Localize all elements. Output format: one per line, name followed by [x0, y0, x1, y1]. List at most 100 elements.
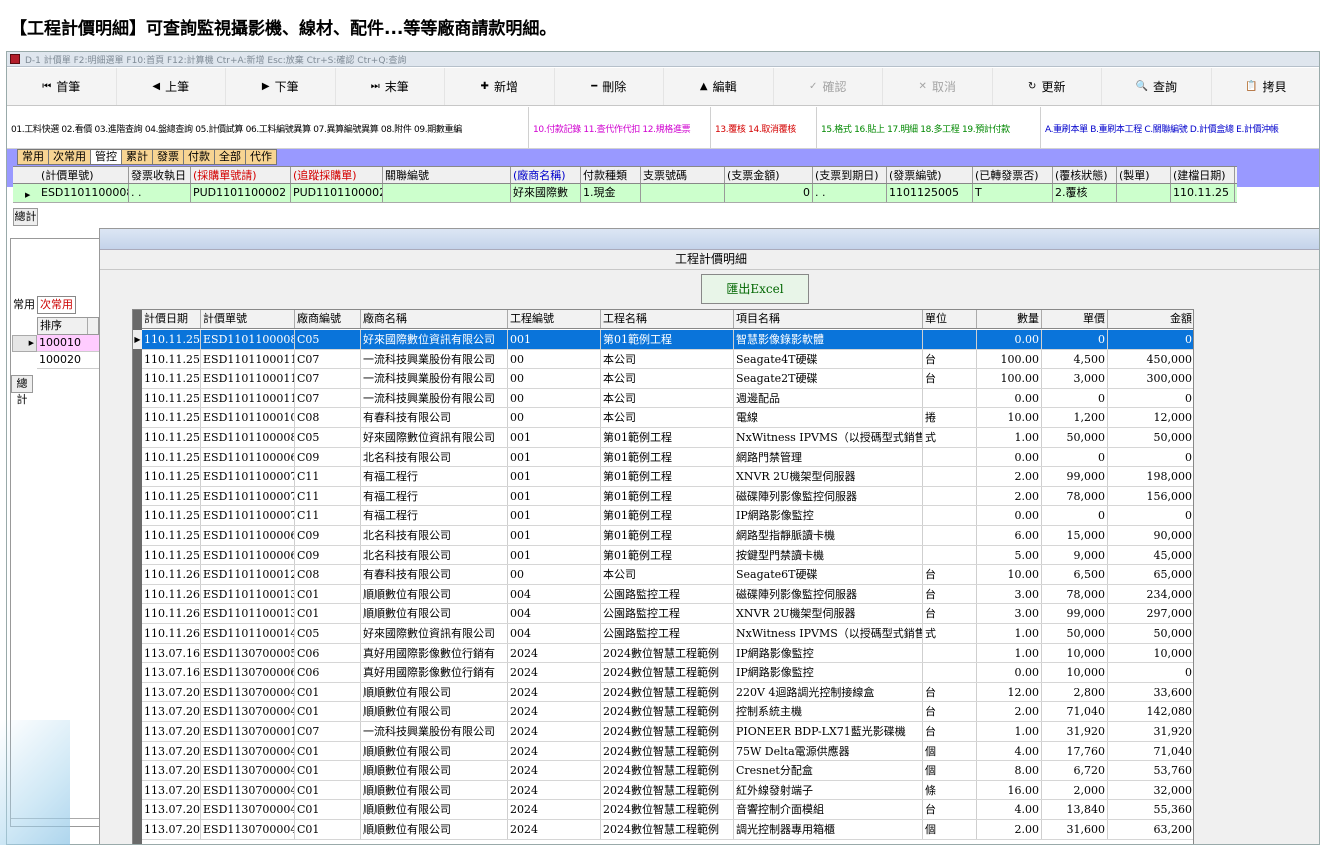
pricing-grid-cell[interactable]: 142,080	[1108, 702, 1193, 721]
pricing-grid-cell[interactable]: 113.07.16	[142, 663, 201, 682]
top-grid-cell[interactable]	[641, 184, 725, 202]
main-tab-6[interactable]: 全部	[215, 149, 246, 165]
pricing-grid-cell[interactable]: ESD1101100013	[201, 584, 295, 604]
pricing-grid-cell[interactable]: 有福工程行	[361, 486, 508, 506]
pricing-grid-cell[interactable]: 2024數位智慧工程範例	[601, 682, 734, 702]
top-grid-cell[interactable]: 好來國際數	[511, 184, 581, 202]
pricing-grid-cell[interactable]: 本公司	[601, 349, 734, 369]
pricing-grid-cell[interactable]: ESD1101100013	[201, 604, 295, 623]
pricing-grid-row[interactable]: 110.11.25 ESD1101100010 C08 有春科技有限公司 00 本公司 電線…	[142, 408, 1193, 428]
pricing-grid-cell[interactable]: 真好用國際影像數位行銷有	[361, 643, 508, 663]
pricing-grid-cell[interactable]: 156,000	[1108, 487, 1193, 506]
pricing-grid-cell[interactable]: 001	[508, 447, 601, 467]
pricing-grid-cell[interactable]: IP網路影像監控	[734, 506, 923, 525]
pricing-grid-cell[interactable]: 2.00	[977, 467, 1042, 486]
pricing-grid-cell[interactable]: ESD1101100011	[201, 349, 295, 369]
pricing-grid-cell[interactable]: 有福工程行	[361, 506, 508, 525]
pricing-grid-cell[interactable]: 004	[508, 624, 601, 643]
pricing-grid-cell[interactable]: 本公司	[601, 408, 734, 427]
pricing-grid-cell[interactable]: 一流科技興業股份有限公司	[361, 369, 508, 388]
pricing-grid-row[interactable]: 110.11.26 ESD1101100012 C08 有春科技有限公司 00 本公司 Se…	[142, 565, 1193, 585]
pricing-grid-cell[interactable]: C09	[295, 526, 361, 545]
pricing-grid-cell[interactable]: Seagate4T硬碟	[734, 349, 923, 369]
pricing-grid-header-cell[interactable]: 數量	[977, 310, 1042, 328]
pricing-grid-cell[interactable]: 4.00	[977, 800, 1042, 819]
pricing-grid-cell[interactable]: 一流科技興業股份有限公司	[361, 349, 508, 369]
pricing-grid-cell[interactable]: C08	[295, 408, 361, 427]
pricing-grid-cell[interactable]: 110.11.26	[142, 565, 201, 584]
pricing-grid-cell[interactable]: 4,500	[1042, 349, 1108, 369]
pricing-grid-cell[interactable]	[923, 467, 977, 486]
sub-tab-1[interactable]: 次常用	[37, 296, 76, 314]
pricing-grid-header-cell[interactable]: 項目名稱	[734, 310, 923, 328]
pricing-grid-cell[interactable]: 10.00	[977, 565, 1042, 584]
pricing-grid-cell[interactable]: 3.00	[977, 584, 1042, 604]
pricing-grid-cell[interactable]: 北名科技有限公司	[361, 526, 508, 545]
pricing-grid-cell[interactable]: ESD1130700004	[201, 820, 295, 839]
pricing-grid-cell[interactable]: 順順數位有限公司	[361, 820, 508, 839]
pricing-grid-cell[interactable]: C01	[295, 702, 361, 721]
top-grid-header-cell[interactable]: (支票金額)	[725, 167, 813, 183]
pricing-grid-cell[interactable]: 個	[923, 741, 977, 761]
pricing-grid-cell[interactable]: 順順數位有限公司	[361, 800, 508, 819]
pricing-grid-cell[interactable]: 2024	[508, 722, 601, 741]
pricing-grid-cell[interactable]: ESD1101100011	[201, 369, 295, 388]
left-grid-row[interactable]: 100020	[37, 352, 99, 369]
pricing-grid-cell[interactable]: C06	[295, 643, 361, 663]
pricing-grid-cell[interactable]: 0.00	[977, 330, 1042, 349]
pricing-grid-cell[interactable]: 10,000	[1042, 663, 1108, 682]
top-grid-header-cell[interactable]: (追蹤採購單)	[291, 167, 383, 183]
pricing-grid-row[interactable]: 110.11.25 ESD1101100007 C11 有福工程行 001 第01範例工程…	[142, 506, 1193, 526]
pricing-grid-cell[interactable]: 110.11.25	[142, 428, 201, 447]
pricing-grid-row[interactable]: 113.07.20 ESD1130700004 C01 順順數位有限公司 2024 202…	[142, 761, 1193, 781]
pricing-grid-cell[interactable]: 4.00	[977, 741, 1042, 761]
pricing-grid-cell[interactable]: 110.11.25	[142, 369, 201, 388]
top-grid-header-cell[interactable]: (建檔日期)	[1171, 167, 1235, 183]
pricing-grid-cell[interactable]: C01	[295, 584, 361, 604]
pricing-grid-cell[interactable]: IP網路影像監控	[734, 643, 923, 663]
pricing-grid-cell[interactable]: 16.00	[977, 780, 1042, 800]
pricing-grid-cell[interactable]: 6,500	[1042, 565, 1108, 584]
pricing-grid-cell[interactable]: 00	[508, 349, 601, 369]
pricing-grid-cell[interactable]: 音響控制介面模組	[734, 800, 923, 819]
pricing-grid-cell[interactable]: 1.00	[977, 722, 1042, 741]
top-grid-cell[interactable]: 0	[725, 184, 813, 202]
pricing-grid-row[interactable]: 110.11.25 ESD1101100007 C11 有福工程行 001 第01範例工程…	[142, 467, 1193, 487]
pricing-grid-cell[interactable]: 50,000	[1108, 428, 1193, 447]
pricing-grid-cell[interactable]: 12.00	[977, 682, 1042, 702]
pricing-grid-cell[interactable]: 004	[508, 604, 601, 623]
export-excel-button[interactable]: 匯出Excel	[701, 274, 809, 304]
top-grid-header-cell[interactable]: (計價單號)	[39, 167, 129, 183]
pricing-grid-header-cell[interactable]: 計價日期	[142, 310, 201, 328]
pricing-grid-cell[interactable]: 北名科技有限公司	[361, 447, 508, 467]
pricing-grid-cell[interactable]: 2024數位智慧工程範例	[601, 800, 734, 819]
pricing-grid-cell[interactable]: 2024數位智慧工程範例	[601, 722, 734, 741]
pricing-grid-cell[interactable]: 0	[1042, 330, 1108, 349]
pricing-grid-cell[interactable]: C11	[295, 486, 361, 506]
pricing-grid-cell[interactable]: 台	[923, 584, 977, 604]
pricing-grid-cell[interactable]: ESD1130700004	[201, 741, 295, 761]
pricing-grid-row[interactable]: 110.11.26 ESD1101100013 C01 順順數位有限公司 004 公園路監…	[142, 604, 1193, 624]
pricing-grid-cell[interactable]: 一流科技興業股份有限公司	[361, 722, 508, 741]
pricing-grid-row[interactable]: 113.07.20 ESD1130700004 C01 順順數位有限公司 2024 202…	[142, 741, 1193, 762]
pricing-grid-cell[interactable]: ESD1101100010	[201, 408, 295, 427]
pricing-grid-row[interactable]: 110.11.26 ESD1101100013 C01 順順數位有限公司 004 公園路監…	[142, 584, 1193, 605]
toolbar-button-6[interactable]: ▲ 編輯	[664, 68, 774, 105]
toolbar-button-4[interactable]: ✚ 新增	[445, 68, 555, 105]
pricing-grid-cell[interactable]: 113.07.20	[142, 761, 201, 780]
pricing-grid-cell[interactable]: 110.11.25	[142, 526, 201, 545]
pricing-grid-cell[interactable]: ESD1130700005	[201, 643, 295, 663]
top-grid-cell[interactable]	[1117, 184, 1171, 202]
main-tab-1[interactable]: 次常用	[49, 149, 91, 165]
pricing-grid-cell[interactable]: 17,760	[1042, 741, 1108, 761]
pricing-grid-cell[interactable]: 10,000	[1108, 644, 1193, 663]
top-grid-cell[interactable]: ESD1101100008	[39, 184, 129, 202]
pricing-grid-cell[interactable]: 條	[923, 780, 977, 800]
pricing-grid-row[interactable]: 110.11.26 ESD1101100014 C05 好來國際數位資訊有限公司 004…	[142, 624, 1193, 644]
pricing-grid-cell[interactable]: C01	[295, 682, 361, 702]
pricing-grid-cell[interactable]: 31,920	[1042, 722, 1108, 741]
function-group-2[interactable]: 13.覆核 14.取消覆核	[711, 107, 817, 149]
pricing-grid-row[interactable]: 110.11.25 ESD1101100006 C09 北名科技有限公司 001 第01範…	[142, 545, 1193, 566]
top-grid-cell[interactable]: . .	[129, 184, 191, 202]
pricing-grid-cell[interactable]: 45,000	[1108, 546, 1193, 565]
